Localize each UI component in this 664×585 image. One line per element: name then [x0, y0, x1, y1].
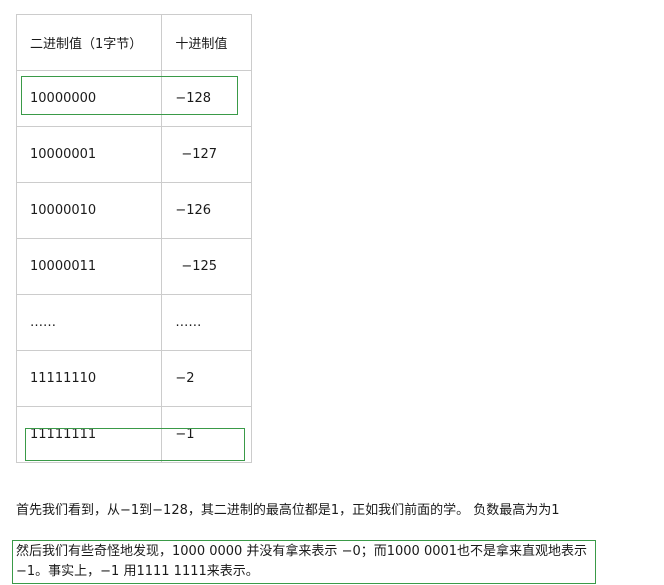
table-header-row: 二进制值（1字节） 十进制值	[15, 14, 252, 71]
decimal-cell: −127	[161, 126, 252, 183]
decimal-cell: −125	[161, 238, 252, 295]
table-row: …… ……	[15, 294, 252, 351]
table-row: 11111110 −2	[15, 350, 252, 407]
decimal-cell: −126	[161, 182, 252, 239]
binary-cell: 10000000	[15, 70, 163, 127]
binary-cell: 11111110	[15, 350, 163, 407]
table-row: 10000010 −126	[15, 182, 252, 239]
table-row: 11111111 −1	[15, 406, 252, 463]
binary-cell: 10000011	[15, 238, 163, 295]
header-binary: 二进制值（1字节）	[15, 14, 163, 71]
binary-cell: 10000001	[15, 126, 163, 183]
table-row: 10000001 −127	[15, 126, 252, 183]
table-row: 10000000 −128	[15, 70, 252, 127]
decimal-cell: −2	[161, 350, 252, 407]
decimal-cell: −1	[161, 406, 252, 463]
binary-cell: 11111111	[15, 406, 163, 463]
binary-cell: ……	[15, 294, 163, 351]
table-row: 10000011 −125	[15, 238, 252, 295]
paragraph-negative-high-bit: 首先我们看到，从−1到−128，其二进制的最高位都是1，正如我们前面的学。 负数…	[16, 503, 560, 518]
decimal-cell: −128	[161, 70, 252, 127]
paragraph-highlighted-note: 然后我们有些奇怪地发现，1000 0000 并没有拿来表示 −0；而1000 0…	[12, 540, 596, 584]
decimal-cell: ……	[161, 294, 252, 351]
binary-cell: 10000010	[15, 182, 163, 239]
binary-decimal-table: 二进制值（1字节） 十进制值 10000000 −128 10000001 −1…	[15, 14, 252, 463]
header-decimal: 十进制值	[161, 14, 252, 71]
